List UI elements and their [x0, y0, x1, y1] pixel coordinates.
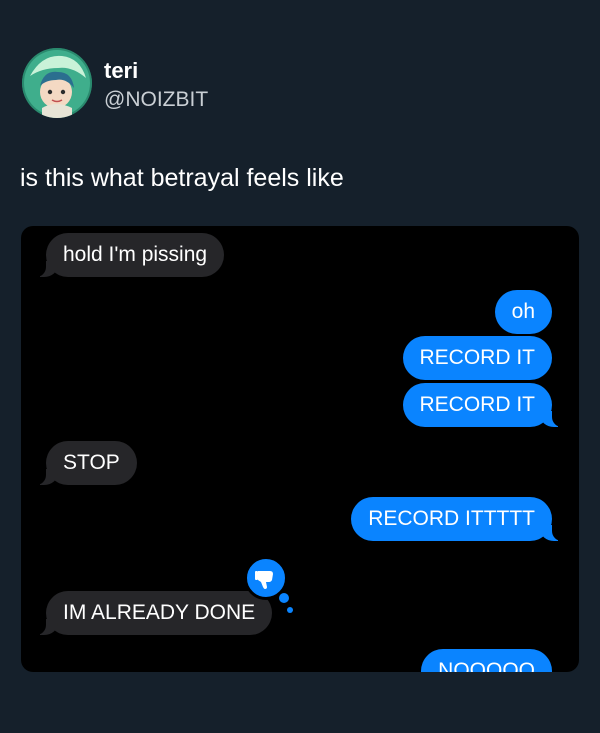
- tweet-author-handle[interactable]: @NOIZBIT: [104, 88, 208, 112]
- tapback-bubble-dot: [279, 593, 289, 603]
- message-bubble-sent: RECORD IT: [402, 336, 552, 380]
- tapback-bubble-dot: [287, 607, 293, 613]
- message-text: oh: [511, 300, 535, 323]
- message-text: hold I'm pissing: [63, 243, 208, 266]
- message-bubble-sent: RECORD IT: [402, 383, 564, 427]
- message-bubble-sent: NOOOOO: [421, 649, 552, 672]
- message-text: RECORD ITTTTT: [368, 507, 535, 530]
- thumbs-down-icon: [255, 571, 273, 589]
- message-text: RECORD IT: [419, 346, 536, 369]
- message-text: IM ALREADY DONE: [63, 601, 256, 624]
- tweet-author-avatar[interactable]: [22, 48, 92, 118]
- tweet-author-name[interactable]: teri: [104, 58, 138, 84]
- message-text: RECORD IT: [419, 393, 536, 416]
- message-text: NOOOOO: [438, 659, 535, 672]
- message-bubble-received: hold I'm pissing: [33, 233, 225, 277]
- tweet-media-screenshot[interactable]: hold I'm pissing oh RECORD IT RECORD IT …: [21, 226, 579, 672]
- message-bubble-received: STOP: [34, 441, 137, 485]
- avatar-image: [22, 48, 92, 118]
- message-bubble-sent: RECORD ITTTTT: [351, 497, 564, 541]
- message-text: STOP: [63, 451, 120, 474]
- tweet-text: is this what betrayal feels like: [20, 164, 344, 192]
- message-bubble-sent: oh: [494, 290, 552, 334]
- message-bubble-received: IM ALREADY DONE: [33, 591, 273, 635]
